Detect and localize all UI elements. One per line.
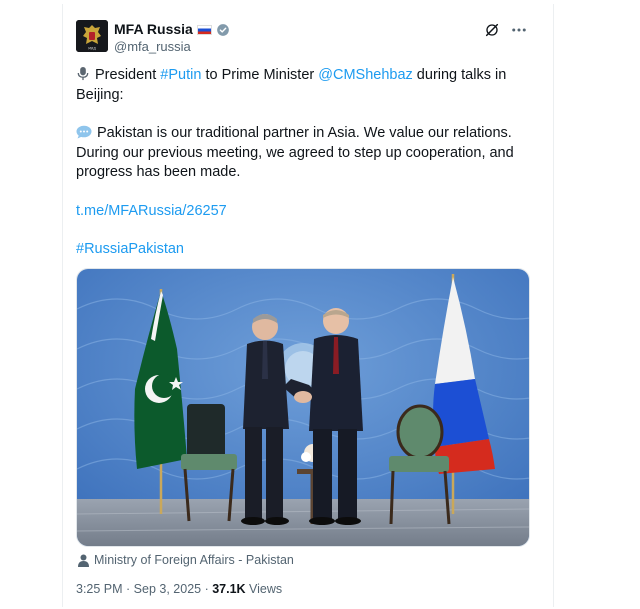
intro-text-2: to Prime Minister [201, 67, 319, 83]
photo-credit: Ministry of Foreign Affairs - Pakistan [78, 553, 294, 567]
post-date[interactable]: Sep 3, 2025 [134, 582, 201, 596]
svg-text:МИД: МИД [88, 47, 96, 51]
post-intro: President #Putin to Prime Minister @CMSh… [76, 66, 516, 105]
post-time[interactable]: 3:25 PM [76, 582, 123, 596]
post-meta: 3:25 PM · Sep 3, 2025 · 37.1K Views [76, 582, 282, 596]
speech-bubble-icon [76, 125, 92, 139]
quote-text: Pakistan is our traditional partner in A… [76, 125, 514, 180]
meta-separator: · [122, 582, 134, 596]
avatar[interactable]: МИД [76, 20, 108, 52]
views-count: 37.1K [212, 582, 246, 596]
mention-cmshehbaz-link[interactable]: @CMShehbaz [318, 67, 413, 83]
more-options-icon[interactable] [510, 22, 528, 38]
post-quote: Pakistan is our traditional partner in A… [76, 124, 516, 183]
meta-separator-2: · [201, 582, 213, 596]
account-handle[interactable]: @mfa_russia [114, 38, 230, 55]
meeting-photo [77, 269, 529, 546]
views-label: Views [245, 582, 283, 596]
person-icon [78, 554, 89, 567]
russia-flag-icon [196, 24, 212, 35]
microphone-icon [77, 66, 89, 81]
photo-credit-text: Ministry of Foreign Affairs - Pakistan [94, 553, 294, 567]
post-header: МИД MFA Russia @mfa_russia [76, 20, 536, 56]
post-photo[interactable] [76, 268, 530, 547]
display-name[interactable]: MFA Russia [114, 21, 193, 38]
telegram-link[interactable]: t.me/MFARussia/26257 [76, 203, 227, 219]
verified-badge-icon [217, 23, 229, 36]
hashtag-russiapakistan-link[interactable]: #RussiaPakistan [76, 241, 184, 257]
hashtag-putin-link[interactable]: #Putin [160, 67, 201, 83]
post-body: President #Putin to Prime Minister @CMSh… [76, 66, 516, 260]
intro-text: President [95, 67, 161, 83]
grok-icon[interactable] [484, 22, 500, 38]
